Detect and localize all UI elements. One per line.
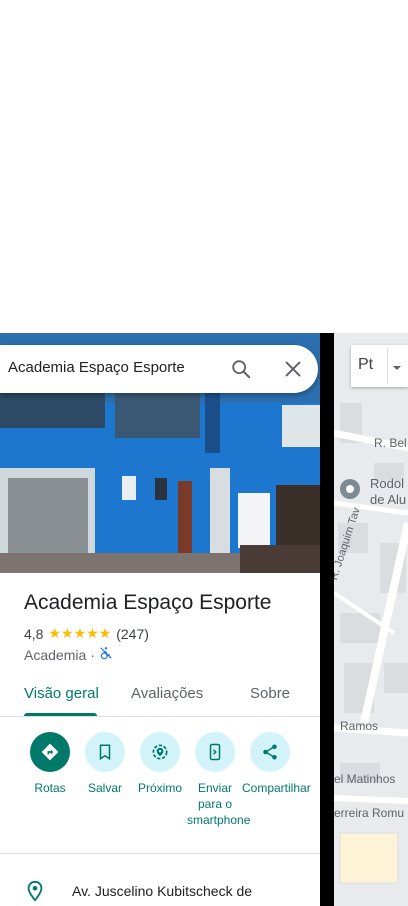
poi-pin-icon[interactable] xyxy=(339,478,361,505)
rating-row[interactable]: 4,8 ★★★★★ (247) xyxy=(24,625,149,642)
place-tabs: Visão geral Avaliações Sobre xyxy=(0,677,320,717)
category-row: Academia · xyxy=(24,646,113,663)
map-label-poi-line2: de Alu xyxy=(370,492,407,507)
wheelchair-inaccessible-icon xyxy=(99,646,113,663)
map-control-divider xyxy=(387,348,388,384)
address-text[interactable]: Av. Juscelino Kubitscheck de Oliveira, 1… xyxy=(72,881,292,906)
map-label-street-4: erreira Romu xyxy=(334,806,405,820)
nearby-label: Próximo xyxy=(137,781,182,795)
send-to-phone-icon xyxy=(195,732,235,772)
place-title: Academia Espaço Esporte xyxy=(24,591,272,614)
map-label-area: el Matinhos xyxy=(334,772,396,786)
place-side-panel: Academia Espaço Esporte Academia Espaço … xyxy=(0,333,320,906)
send-to-phone-button[interactable]: Enviar para o smartphone xyxy=(187,732,251,828)
share-label: Compartilhar xyxy=(242,781,311,795)
close-icon[interactable] xyxy=(282,358,304,380)
blank-top-area xyxy=(0,0,408,333)
nearby-button[interactable]: Próximo xyxy=(132,732,188,796)
map-area[interactable]: Pt R. Bel Rodol de Alu R. Joaquim Tav Ra… xyxy=(334,333,408,906)
chevron-down-icon[interactable] xyxy=(392,360,402,378)
review-count[interactable]: (247) xyxy=(116,626,149,642)
map-label-poi-line1: Rodol xyxy=(370,476,404,491)
place-photo[interactable]: Academia Espaço Esporte xyxy=(0,333,320,573)
directions-label: Rotas xyxy=(34,781,66,795)
tab-reviews[interactable]: Avaliações xyxy=(131,685,203,702)
search-box[interactable]: Academia Espaço Esporte xyxy=(0,345,318,393)
location-pin-icon xyxy=(24,880,46,902)
category-separator: · xyxy=(90,646,95,663)
map-streets xyxy=(334,333,408,906)
search-icon[interactable] xyxy=(230,358,252,380)
rating-value: 4,8 xyxy=(24,625,44,642)
send-to-phone-label: Enviar para o smartphone xyxy=(187,781,251,827)
tab-about[interactable]: Sobre xyxy=(250,685,290,702)
tab-overview[interactable]: Visão geral xyxy=(24,685,99,702)
map-label-street-1: R. Bel xyxy=(374,436,407,450)
map-layer-control[interactable]: Pt xyxy=(351,345,408,387)
panel-divider xyxy=(320,333,334,906)
directions-icon xyxy=(30,732,70,772)
share-button[interactable]: Compartilhar xyxy=(242,732,311,796)
map-label-street-3: Ramos xyxy=(340,719,379,733)
tabs-divider xyxy=(0,716,320,717)
share-icon xyxy=(250,732,290,772)
directions-button[interactable]: Rotas xyxy=(22,732,78,796)
map-control-label: Pt xyxy=(358,356,374,373)
nearby-icon xyxy=(140,732,180,772)
actions-divider xyxy=(0,853,320,854)
bookmark-icon xyxy=(85,732,125,772)
save-button[interactable]: Salvar xyxy=(77,732,133,796)
search-input[interactable]: Academia Espaço Esporte xyxy=(8,359,185,376)
category-label[interactable]: Academia xyxy=(24,647,86,663)
save-label: Salvar xyxy=(87,781,122,795)
star-rating-icon: ★★★★★ xyxy=(48,625,112,641)
